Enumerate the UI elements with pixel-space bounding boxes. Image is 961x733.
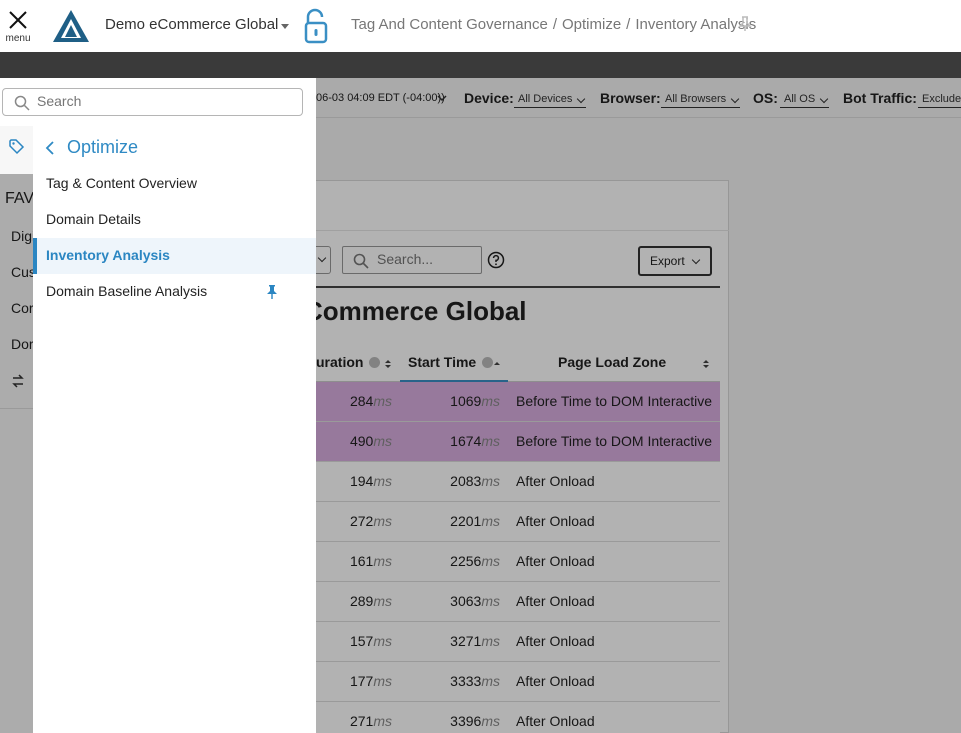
- pin-icon[interactable]: [266, 285, 278, 299]
- top-header: menu Demo eCommerce Global Tag And Conte…: [0, 0, 961, 52]
- breadcrumb: Tag And Content Governance / Optimize / Inve…: [351, 16, 756, 33]
- toolbar-strip: [0, 52, 961, 78]
- nav-item-inventory-analysis[interactable]: Inventory Analysis: [33, 238, 316, 274]
- drawer-search-area: [0, 78, 316, 126]
- menu-button[interactable]: menu: [4, 8, 32, 48]
- nav-item-domain-baseline-analysis[interactable]: Domain Baseline Analysis: [33, 274, 316, 310]
- nav-item-label: Domain Baseline Analysis: [46, 283, 208, 299]
- menu-label: menu: [5, 33, 31, 44]
- close-icon: [9, 11, 27, 29]
- tag-icon[interactable]: [9, 139, 25, 155]
- breadcrumb-separator: /: [626, 16, 631, 33]
- nav-item-domain-details[interactable]: Domain Details: [33, 202, 316, 238]
- nav-item-label: Inventory Analysis: [46, 247, 170, 263]
- drawer-search-input[interactable]: [37, 93, 287, 109]
- org-dropdown-caret[interactable]: [281, 24, 289, 29]
- navigation-drawer: Optimize Tag & Content Overview Domain D…: [0, 78, 316, 733]
- logo-icon: [53, 10, 89, 42]
- drawer-search[interactable]: [2, 88, 303, 116]
- lock-icon[interactable]: [303, 8, 329, 44]
- nav-item-label: Tag & Content Overview: [46, 175, 197, 191]
- org-name[interactable]: Demo eCommerce Global: [105, 16, 278, 33]
- breadcrumb-item[interactable]: Tag And Content Governance: [351, 16, 548, 33]
- search-icon: [14, 95, 30, 111]
- nav-item-tag-content-overview[interactable]: Tag & Content Overview: [33, 166, 316, 202]
- drawer-section-title: Optimize: [67, 137, 139, 157]
- chevron-left-icon: [45, 141, 54, 155]
- breadcrumb-separator: /: [552, 16, 557, 33]
- breadcrumb-item[interactable]: Optimize: [562, 16, 621, 33]
- pin-icon[interactable]: [738, 16, 752, 32]
- nav-item-label: Domain Details: [46, 211, 141, 227]
